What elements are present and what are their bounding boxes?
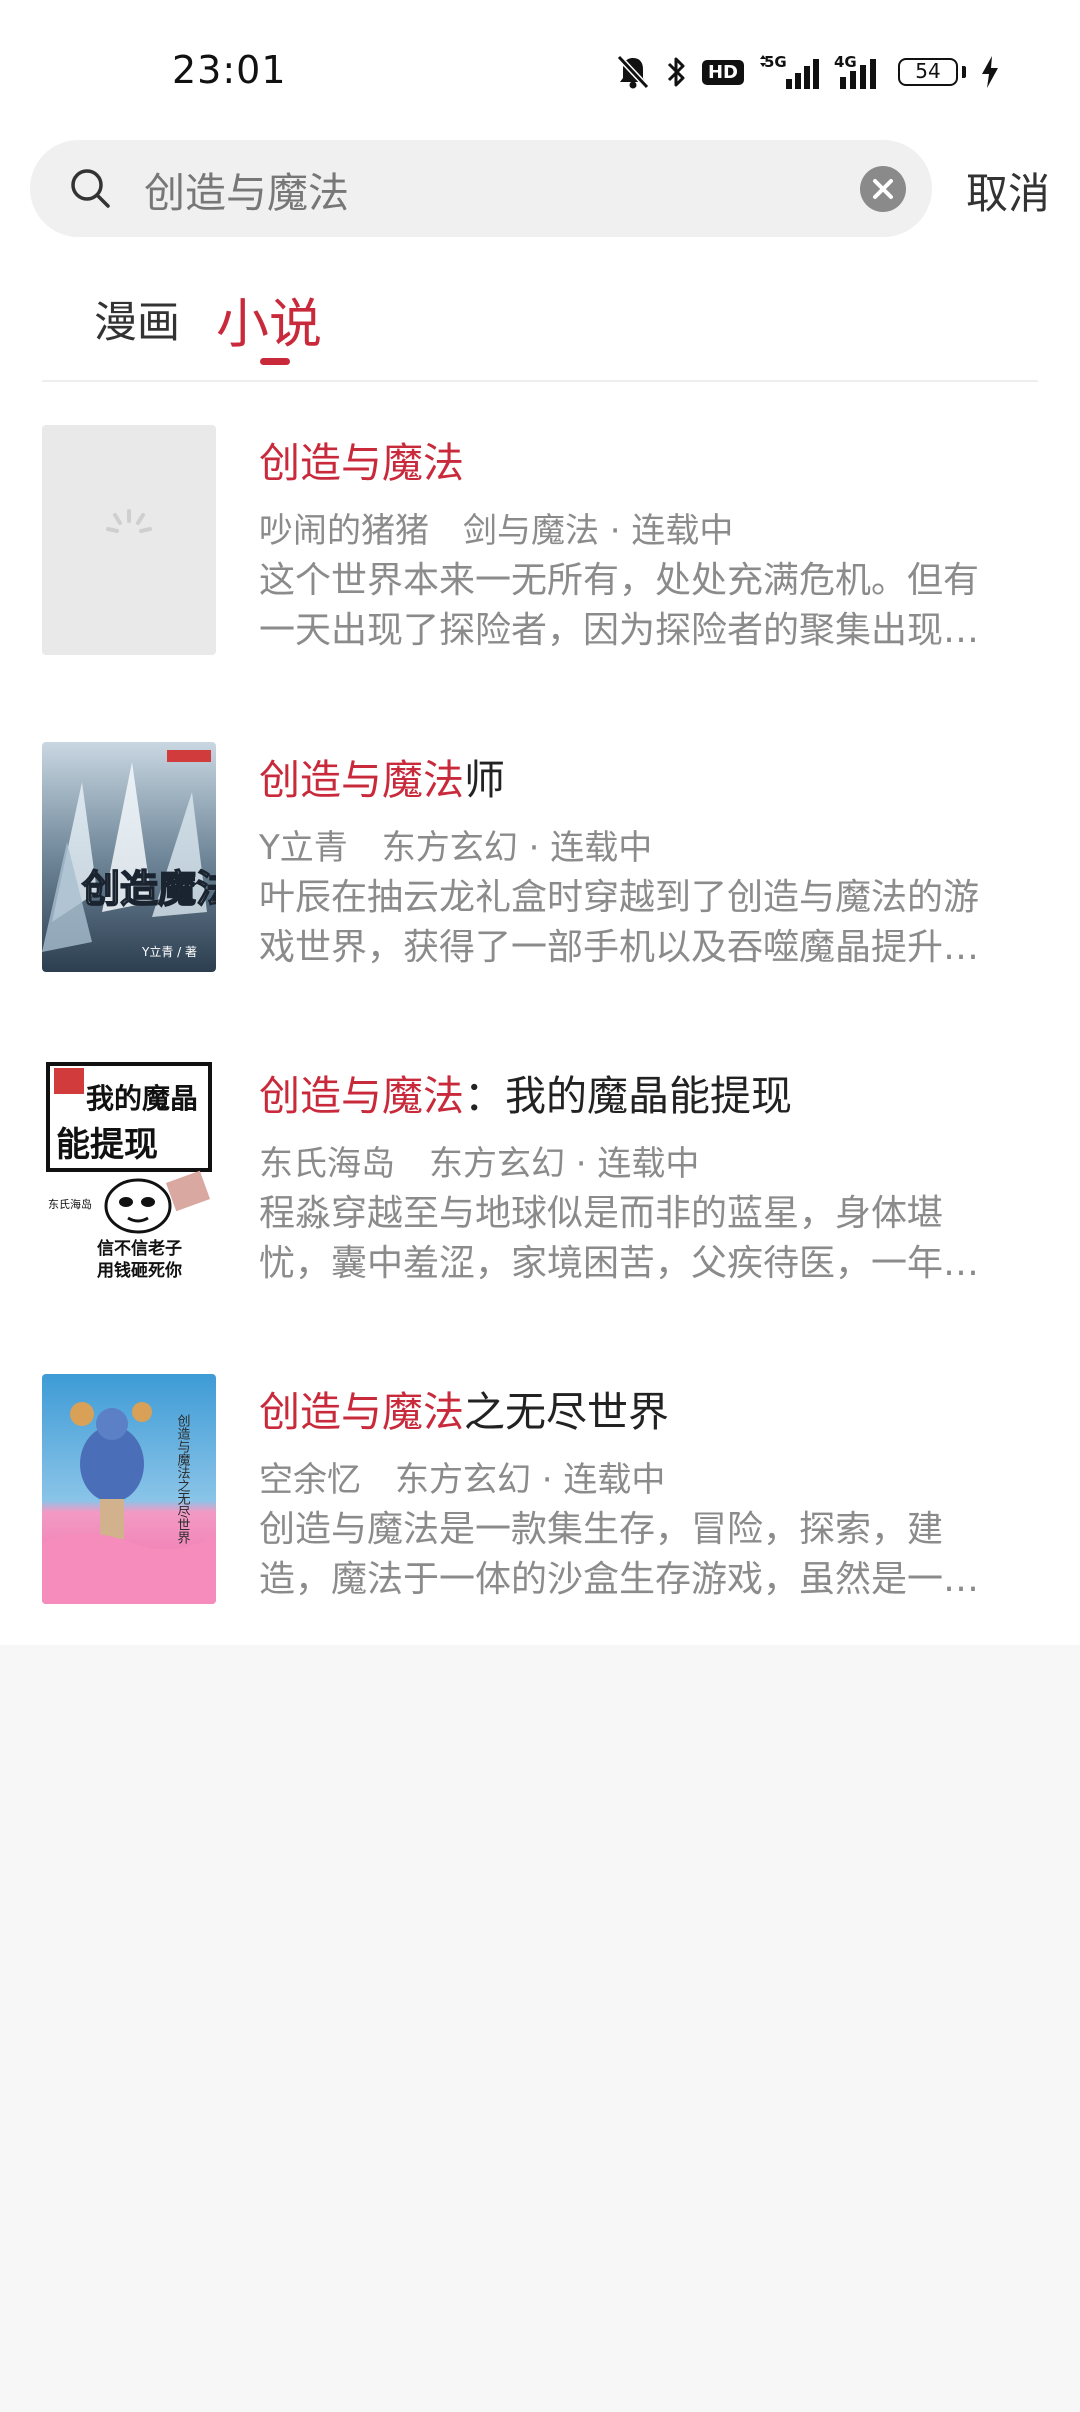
charging-icon [982, 56, 998, 88]
book-cover: 我的魔晶 能提现 东氏海岛 信不信老子 用钱砸死你 [42, 1058, 216, 1288]
book-title: 创造与魔法师 [259, 746, 505, 806]
status-time: 23:01 [172, 48, 287, 92]
result-item[interactable]: 创造与魔法之无尽世界 创造与魔法之无尽世界 空余忆 东方玄幻 · 连载中 创造与魔… [0, 1374, 1080, 1614]
cover-text-line-3: 信不信老子 [97, 1238, 182, 1259]
bluetooth-icon [667, 57, 685, 87]
search-bar[interactable] [30, 140, 932, 237]
book-title: 创造与魔法 [259, 429, 464, 489]
battery-icon: 54 [898, 58, 966, 86]
cover-side-text: 东氏海岛 [48, 1197, 92, 1211]
book-author: 吵闹的猪猪 [259, 511, 429, 551]
search-icon [71, 169, 110, 208]
cover-title-text: 创造魔法师 [82, 867, 216, 911]
book-title-highlight: 创造与魔法 [259, 1388, 464, 1436]
book-category: 东方玄幻 · 连载中 [395, 1460, 666, 1500]
cover-text-line-1: 我的魔晶 [86, 1082, 198, 1115]
book-cover-loading [42, 425, 216, 655]
tab-comics[interactable]: 漫画 [94, 288, 180, 350]
cover-title-text: 创造与魔法之无尽世界 [175, 1414, 191, 1545]
result-item[interactable]: 创造与魔法 吵闹的猪猪 剑与魔法 · 连载中 这个世界本来一无所有，处处充满危机。… [0, 425, 1080, 665]
book-title-rest: 师 [464, 756, 505, 804]
active-tab-indicator [260, 358, 290, 365]
book-title-highlight: 创造与魔法 [259, 1072, 464, 1120]
book-title-highlight: 创造与魔法 [259, 756, 464, 804]
search-input[interactable] [144, 140, 864, 237]
clear-search-icon[interactable] [860, 166, 906, 212]
tab-novel[interactable]: 小说 [216, 282, 322, 358]
book-title-highlight: 创造与魔法 [259, 439, 464, 487]
category-tabs: 漫画 小说 [0, 270, 1080, 380]
status-icons: HD 5G 4G 54 [616, 52, 1000, 92]
book-cover: 创造魔法师 Y立青 / 著 [42, 742, 216, 972]
status-bar: 23:01 HD 5G 4G 54 [0, 0, 1080, 130]
loading-spinner-icon [106, 509, 152, 533]
book-author: Y立青 [259, 828, 348, 868]
book-meta: 东氏海岛 东方玄幻 · 连载中 [259, 1136, 699, 1185]
book-meta: 空余忆 东方玄幻 · 连载中 [259, 1452, 665, 1501]
divider [42, 380, 1038, 382]
book-title: 创造与魔法：我的魔晶能提现 [259, 1062, 792, 1122]
book-description: 创造与魔法是一款集生存，冒险，探索，建造，魔法于一体的沙盒生存游戏，虽然是一… [259, 1509, 980, 1600]
battery-level: 54 [898, 58, 958, 86]
result-item[interactable]: 创造魔法师 Y立青 / 著 创造与魔法师 Y立青东方玄幻 · 连载中 叶辰在抽云… [0, 742, 1080, 982]
book-cover: 创造与魔法之无尽世界 [42, 1374, 216, 1604]
svg-text:5G: 5G [764, 53, 787, 71]
book-meta: Y立青 东方玄幻 · 连载中 [259, 820, 652, 869]
book-meta: 吵闹的猪猪 剑与魔法 · 连载中 [259, 503, 733, 552]
book-author: 空余忆 [259, 1460, 361, 1500]
signal-4g-icon: 4G [834, 53, 876, 89]
book-category: 剑与魔法 · 连载中 [463, 511, 734, 551]
book-description: 叶辰在抽云龙礼盒时穿越到了创造与魔法的游戏世界，获得了一部手机以及吞噬魔晶提升… [259, 877, 980, 968]
book-description: 这个世界本来一无所有，处处充满危机。但有一天出现了探险者，因为探险者的聚集出现… [259, 560, 980, 651]
book-category: 东方玄幻 · 连载中 [381, 828, 653, 868]
book-category: 东方玄幻 · 连载中 [429, 1144, 700, 1184]
book-description: 程淼穿越至与地球似是而非的蓝星，身体堪忧，囊中羞涩，家境困苦，父疾待医，一年… [259, 1193, 980, 1284]
cancel-button[interactable]: 取消 [966, 160, 1050, 221]
book-title-rest: ：我的魔晶能提现 [464, 1072, 792, 1120]
book-title: 创造与魔法之无尽世界 [259, 1378, 669, 1438]
cover-text-line-4: 用钱砸死你 [97, 1260, 182, 1281]
book-author: 东氏海岛 [259, 1144, 395, 1184]
cover-text-line-2: 能提现 [56, 1125, 158, 1165]
svg-text:4G: 4G [834, 53, 857, 71]
result-item[interactable]: 我的魔晶 能提现 东氏海岛 信不信老子 用钱砸死你 创造与魔法：我的魔晶能提现 … [0, 1058, 1080, 1298]
book-title-rest: 之无尽世界 [464, 1388, 669, 1436]
mute-icon [616, 54, 650, 90]
hd-icon: HD [701, 59, 744, 85]
signal-5g-icon: 5G [760, 53, 819, 89]
cover-author-text: Y立青 / 著 [141, 944, 197, 959]
